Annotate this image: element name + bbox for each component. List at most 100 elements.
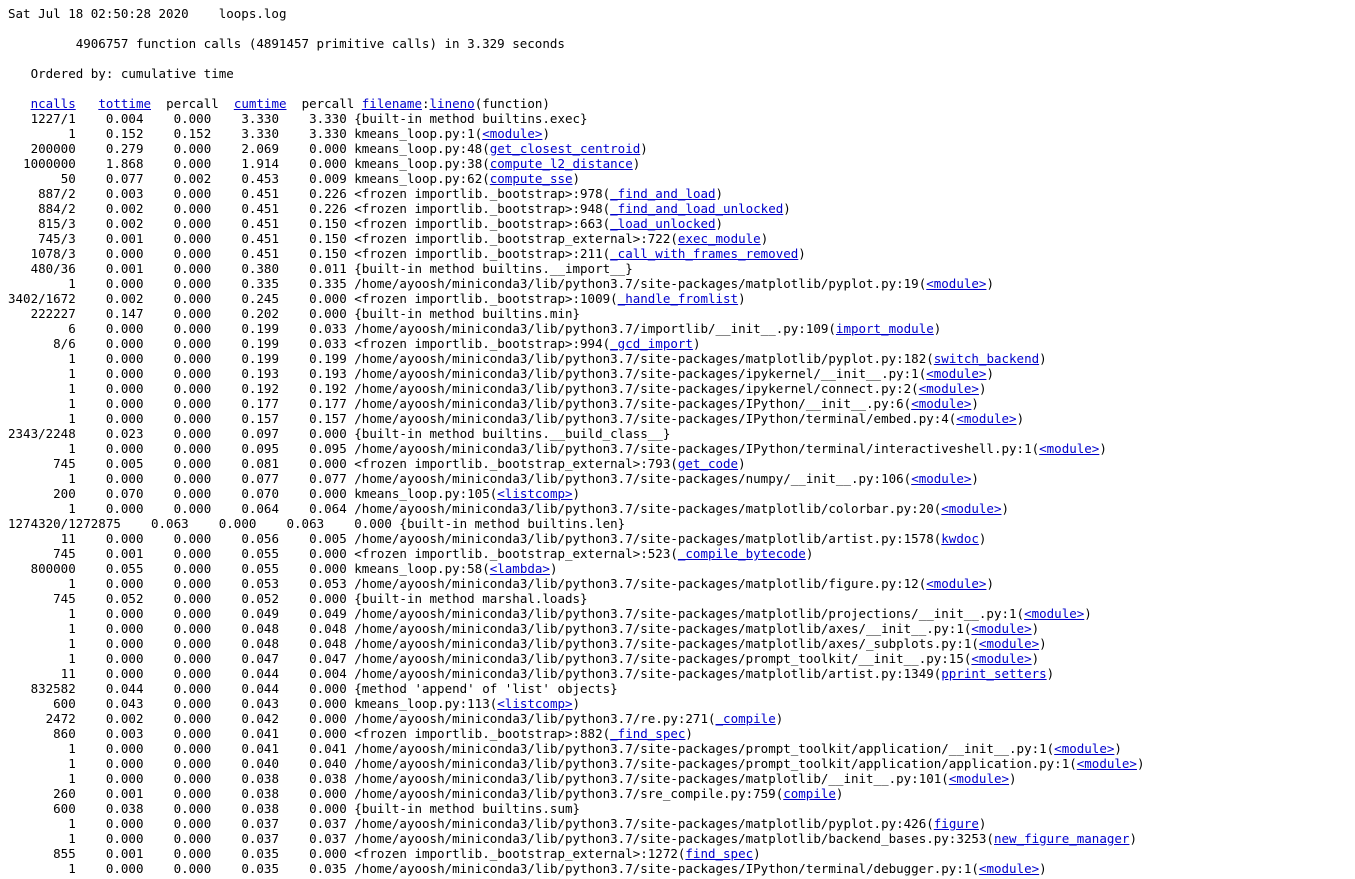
cell-cumtime: 0.199 — [241, 321, 279, 336]
function-link[interactable]: _find_and_load — [610, 186, 715, 201]
cell-function-location: /home/ayoosh/miniconda3/lib/python3.7/sr… — [354, 786, 784, 801]
function-link[interactable]: _load_unlocked — [610, 216, 715, 231]
function-link[interactable]: figure — [934, 816, 979, 831]
function-link[interactable]: _compile — [716, 711, 776, 726]
cell-percall: 0.000 — [173, 366, 212, 381]
function-link[interactable]: compute_l2_distance — [490, 156, 633, 171]
function-link[interactable]: import_module — [836, 321, 934, 336]
cell-tottime: 0.001 — [105, 786, 144, 801]
function-link[interactable]: <module> — [1077, 756, 1137, 771]
function-link[interactable]: <module> — [911, 471, 971, 486]
cell-ncalls: 815/3 — [38, 216, 76, 231]
cell-tottime: 0.077 — [105, 171, 144, 186]
function-link[interactable]: <module> — [919, 381, 979, 396]
function-link[interactable]: <module> — [941, 501, 1001, 516]
function-link[interactable]: <lambda> — [490, 561, 550, 576]
function-link[interactable]: <module> — [979, 636, 1039, 651]
function-link[interactable]: find_spec — [685, 846, 753, 861]
sort-cumtime-link[interactable]: cumtime — [234, 96, 287, 111]
table-row: 2472 0.002 0.000 0.042 0.000 /home/ayoos… — [8, 711, 1145, 726]
sort-filename-link[interactable]: filename — [362, 96, 422, 111]
function-link[interactable]: compute_sse — [490, 171, 573, 186]
function-link[interactable]: <module> — [911, 396, 971, 411]
cell-function-location: <frozen importlib._bootstrap>:978( — [354, 186, 611, 201]
cell-function-location: /home/ayoosh/miniconda3/lib/python3.7/si… — [354, 771, 949, 786]
cell-function-suffix: ) — [640, 141, 648, 156]
function-link[interactable]: <listcomp> — [497, 696, 572, 711]
column-percall-2: percall — [301, 96, 355, 111]
cell-cumtime: 0.042 — [241, 711, 279, 726]
function-link[interactable]: <module> — [1024, 606, 1084, 621]
function-link[interactable]: get_closest_centroid — [490, 141, 641, 156]
cell-cumtime: 0.055 — [241, 546, 279, 561]
function-link[interactable]: <module> — [1039, 441, 1099, 456]
cell-cumtime: 0.048 — [241, 621, 279, 636]
cell-tottime: 0.063 — [151, 516, 189, 531]
cell-ncalls: 745 — [53, 591, 76, 606]
cell-percall-2: 0.033 — [309, 336, 347, 351]
function-link[interactable]: _gcd_import — [610, 336, 693, 351]
function-link[interactable]: <module> — [971, 651, 1031, 666]
function-link[interactable]: <module> — [926, 276, 986, 291]
cell-function-location: /home/ayoosh/miniconda3/lib/python3.7/si… — [354, 381, 919, 396]
cell-cumtime: 0.157 — [241, 411, 279, 426]
function-link[interactable]: switch_backend — [934, 351, 1039, 366]
function-link[interactable]: exec_module — [678, 231, 761, 246]
cell-percall-2: 0.000 — [354, 516, 392, 531]
cell-function-location: /home/ayoosh/miniconda3/lib/python3.7/im… — [354, 321, 836, 336]
function-link[interactable]: _compile_bytecode — [678, 546, 806, 561]
cell-function-location: kmeans_loop.py:113( — [354, 696, 498, 711]
function-link[interactable]: <listcomp> — [497, 486, 572, 501]
cell-function-suffix: ) — [572, 486, 581, 501]
cell-cumtime: 0.041 — [241, 726, 279, 741]
cell-function-location: /home/ayoosh/miniconda3/lib/python3.7/si… — [354, 411, 957, 426]
cell-cumtime: 0.192 — [241, 381, 279, 396]
table-row: 1 0.000 0.000 0.157 0.157 /home/ayoosh/m… — [8, 411, 1145, 426]
function-link[interactable]: <module> — [1054, 741, 1114, 756]
function-link[interactable]: <module> — [949, 771, 1009, 786]
table-row: 1 0.000 0.000 0.037 0.037 /home/ayoosh/m… — [8, 831, 1145, 846]
function-link[interactable]: compile — [783, 786, 836, 801]
sort-ncalls-link[interactable]: ncalls — [31, 96, 76, 111]
function-link[interactable]: new_figure_manager — [994, 831, 1129, 846]
cell-cumtime: 0.038 — [241, 801, 279, 816]
cell-function-location: kmeans_loop.py:38( — [354, 156, 490, 171]
cell-cumtime: 0.044 — [241, 666, 279, 681]
function-link[interactable]: pprint_setters — [941, 666, 1046, 681]
function-link[interactable]: <module> — [482, 126, 542, 141]
cell-percall-2: 0.000 — [309, 681, 347, 696]
ordered-by-text: Ordered by: cumulative time — [30, 66, 234, 81]
cell-percall-2: 0.000 — [309, 456, 347, 471]
table-row: 1 0.000 0.000 0.053 0.053 /home/ayoosh/m… — [8, 576, 1145, 591]
cell-tottime: 0.000 — [105, 321, 144, 336]
table-row: 1 0.000 0.000 0.035 0.035 /home/ayoosh/m… — [8, 861, 1145, 876]
table-row: 815/3 0.002 0.000 0.451 0.150 <frozen im… — [8, 216, 1145, 231]
cell-function-suffix: ) — [1031, 651, 1040, 666]
function-link[interactable]: <module> — [926, 576, 986, 591]
function-link[interactable]: <module> — [971, 621, 1031, 636]
cell-ncalls: 855 — [53, 846, 76, 861]
function-link[interactable]: kwdoc — [941, 531, 979, 546]
function-link[interactable]: <module> — [956, 411, 1016, 426]
function-link[interactable]: _call_with_frames_removed — [610, 246, 798, 261]
cell-tottime: 0.043 — [105, 696, 144, 711]
cell-function-location: {method 'append' of 'list' objects} — [354, 681, 618, 696]
cell-cumtime: 0.202 — [241, 306, 279, 321]
cell-tottime: 0.152 — [105, 126, 144, 141]
cell-function-suffix: ) — [1039, 861, 1047, 876]
function-link[interactable]: <module> — [979, 861, 1039, 876]
function-link[interactable]: <module> — [926, 366, 986, 381]
cell-ncalls: 1 — [68, 621, 76, 636]
cell-cumtime: 0.193 — [241, 366, 279, 381]
function-link[interactable]: _find_and_load_unlocked — [610, 201, 783, 216]
cell-cumtime: 0.037 — [241, 816, 279, 831]
cell-function-suffix: ) — [775, 711, 784, 726]
function-link[interactable]: get_code — [678, 456, 738, 471]
table-row: 1 0.000 0.000 0.192 0.192 /home/ayoosh/m… — [8, 381, 1145, 396]
sort-tottime-link[interactable]: tottime — [98, 96, 151, 111]
function-link[interactable]: _handle_fromlist — [618, 291, 738, 306]
cell-tottime: 0.000 — [105, 441, 144, 456]
cell-percall: 0.000 — [173, 306, 212, 321]
sort-lineno-link[interactable]: lineno — [430, 96, 475, 111]
function-link[interactable]: _find_spec — [610, 726, 685, 741]
